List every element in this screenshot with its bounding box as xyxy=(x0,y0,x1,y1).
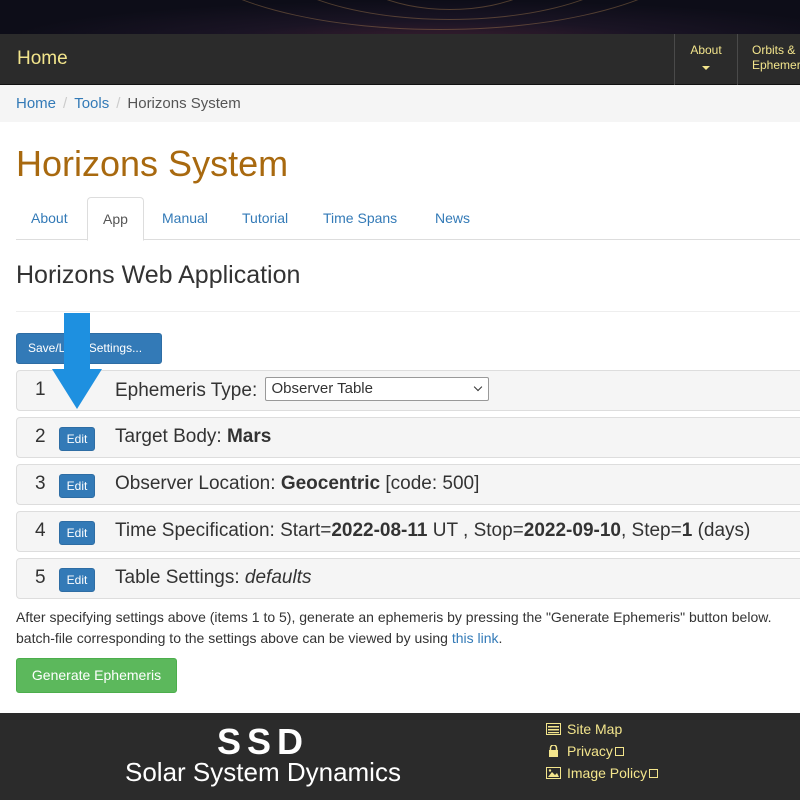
instructions-text: After specifying settings above (items 1… xyxy=(16,607,800,649)
breadcrumb-home[interactable]: Home xyxy=(16,95,56,112)
tab-manual[interactable]: Manual xyxy=(147,197,223,240)
batch-file-link[interactable]: this link xyxy=(452,630,499,646)
privacy-label: Privacy xyxy=(567,743,613,759)
setting-label: Observer Location: Geocentric [code: 500… xyxy=(115,473,479,495)
breadcrumb-current: Horizons System xyxy=(127,95,241,112)
time-spec-label: Time Specification: xyxy=(115,520,275,541)
list-icon xyxy=(546,723,561,735)
app-title: Horizons Web Application xyxy=(16,261,301,289)
setting-label: Time Specification: Start=2022-08-11 UT … xyxy=(115,520,750,542)
instructions-line: batch-file corresponding to the settings… xyxy=(16,628,800,649)
divider xyxy=(16,311,800,312)
setting-label: Table Settings: defaults xyxy=(115,567,311,589)
edit-table-settings-button[interactable]: Edit xyxy=(59,568,95,592)
footer: SSD Solar System Dynamics Site Map Priva… xyxy=(0,713,800,800)
instructions-period: . xyxy=(498,630,503,646)
time-spec-start: 2022-08-11 xyxy=(331,520,428,541)
external-link-icon xyxy=(614,747,624,756)
setting-number: 5 xyxy=(35,567,46,588)
ephemeris-type-value: Observer Table xyxy=(271,380,373,397)
ephemeris-type-select[interactable]: Observer Table xyxy=(264,377,489,401)
observer-location-label: Observer Location: xyxy=(115,473,276,494)
setting-row-table-settings: 5 Edit Table Settings: defaults xyxy=(16,558,800,599)
instructions-line-text: batch-file corresponding to the settings… xyxy=(16,630,448,646)
breadcrumb-tools[interactable]: Tools xyxy=(74,95,109,112)
image-policy-label: Image Policy xyxy=(567,765,648,781)
setting-label: Ephemeris Type: Observer Table xyxy=(115,377,489,403)
setting-row-target-body: 2 Edit Target Body: Mars xyxy=(16,417,800,458)
tab-tutorial[interactable]: Tutorial xyxy=(227,197,303,240)
edit-target-body-button[interactable]: Edit xyxy=(59,427,95,451)
setting-row-ephemeris-type: 1 Ephemeris Type: Observer Table xyxy=(16,370,800,411)
observer-location-code: [code: 500] xyxy=(385,473,480,494)
breadcrumb: Home / Tools / Horizons System xyxy=(0,85,800,122)
image-policy-link[interactable]: Image Policy xyxy=(546,765,659,781)
time-spec-step: 1 xyxy=(681,520,693,541)
target-body-value: Mars xyxy=(226,426,272,447)
time-spec-units: (days) xyxy=(697,520,751,541)
setting-number: 2 xyxy=(35,426,46,447)
setting-label: Target Body: Mars xyxy=(115,426,271,448)
external-link-icon xyxy=(649,769,659,778)
setting-number: 3 xyxy=(35,473,46,494)
nav-home-link[interactable]: Home xyxy=(17,48,68,70)
ephemeris-type-label: Ephemeris Type: xyxy=(115,380,258,402)
tab-news[interactable]: News xyxy=(420,197,485,240)
nav-orbits-dropdown[interactable]: Orbits & Ephemer xyxy=(737,34,800,85)
breadcrumb-separator: / xyxy=(63,95,68,112)
instructions-line: After specifying settings above (items 1… xyxy=(16,609,772,625)
edit-time-specification-button[interactable]: Edit xyxy=(59,521,95,545)
privacy-link[interactable]: Privacy xyxy=(546,743,624,759)
table-settings-value: defaults xyxy=(244,567,312,588)
chevron-down-icon xyxy=(473,382,482,392)
time-spec-stop: 2022-09-10 xyxy=(523,520,621,541)
observer-location-value: Geocentric xyxy=(280,473,381,494)
time-spec-text: UT , Stop= xyxy=(432,520,524,541)
nav-about-label: About xyxy=(690,43,722,57)
time-spec-text: , Step= xyxy=(620,520,682,541)
page-title: Horizons System xyxy=(16,143,289,184)
time-spec-text: Start= xyxy=(280,520,332,541)
nav-about-dropdown[interactable]: About xyxy=(674,34,737,85)
down-arrow-icon xyxy=(52,313,102,409)
setting-row-time-specification: 4 Edit Time Specification: Start=2022-08… xyxy=(16,511,800,552)
image-icon xyxy=(546,767,561,779)
lock-icon xyxy=(549,745,558,757)
tab-app[interactable]: App xyxy=(87,197,144,241)
footer-site-name: Solar System Dynamics xyxy=(125,757,401,787)
breadcrumb-separator: / xyxy=(116,95,121,112)
setting-number: 1 xyxy=(35,379,46,400)
chevron-down-icon xyxy=(702,66,710,70)
table-settings-label: Table Settings: xyxy=(115,567,240,588)
navbar: Home About Orbits & Ephemer xyxy=(0,34,800,85)
tab-about[interactable]: About xyxy=(16,197,83,240)
tab-time-spans[interactable]: Time Spans xyxy=(308,197,412,240)
site-map-label: Site Map xyxy=(567,721,623,737)
edit-observer-location-button[interactable]: Edit xyxy=(59,474,95,498)
target-body-label: Target Body: xyxy=(115,426,222,447)
setting-number: 4 xyxy=(35,520,46,541)
tab-bar: About App Manual Tutorial Time Spans New… xyxy=(16,197,800,241)
header-banner xyxy=(0,0,800,34)
setting-row-observer-location: 3 Edit Observer Location: Geocentric [co… xyxy=(16,464,800,505)
nav-orbits-label: Orbits & Ephemer xyxy=(752,43,800,72)
generate-ephemeris-button[interactable]: Generate Ephemeris xyxy=(16,658,177,693)
site-map-link[interactable]: Site Map xyxy=(546,721,622,737)
